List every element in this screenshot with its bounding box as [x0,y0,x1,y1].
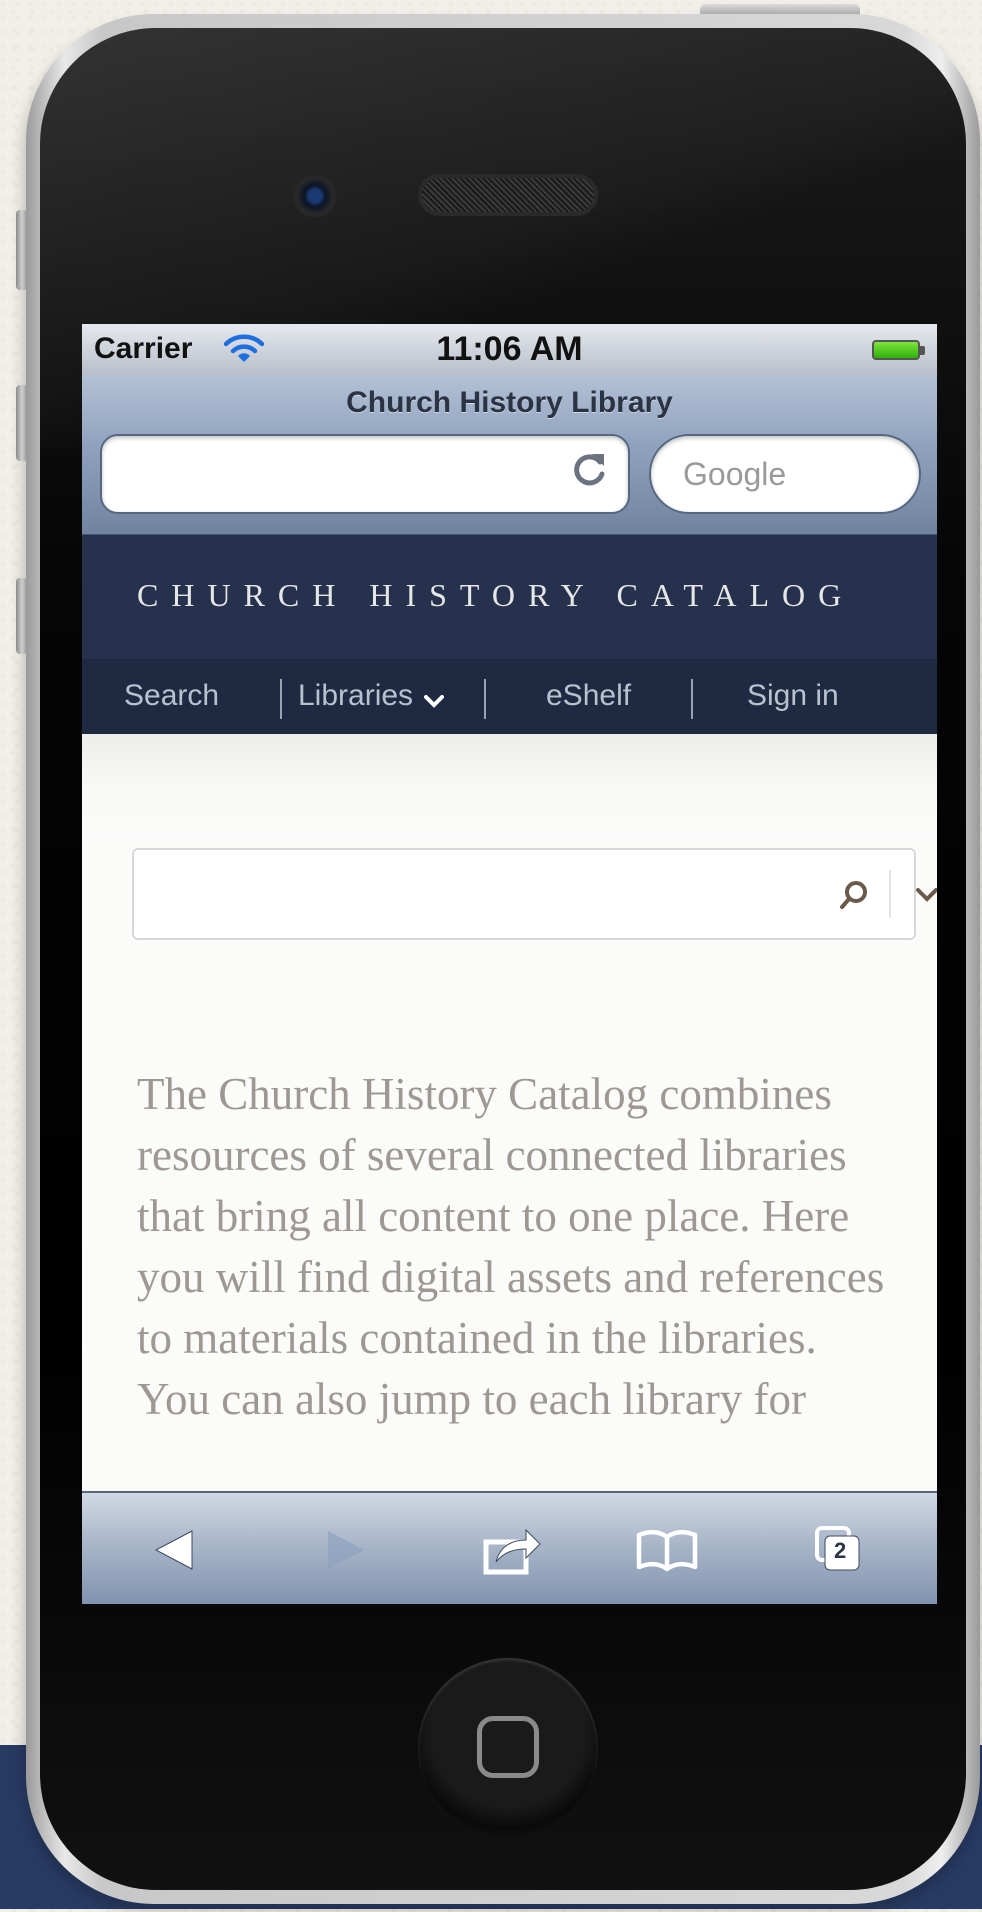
catalog-search-box [132,848,937,940]
battery-tip [920,346,925,355]
share-icon [483,1528,541,1575]
forward-button[interactable] [310,1515,380,1585]
site-header: CHURCH HISTORY CATALOG [82,535,937,659]
nav-divider [691,679,693,719]
status-bar: Carrier 11:06 AM [82,324,937,377]
camera-icon [293,174,337,218]
status-time: 11:06 AM [436,330,583,368]
back-button[interactable] [140,1515,210,1585]
nav-libraries-label: Libraries [298,679,414,712]
intro-text: The Church History Catalog combines reso… [137,1069,885,1424]
site-title[interactable]: CHURCH HISTORY CATALOG [137,577,854,614]
bookmarks-icon [636,1530,698,1572]
battery-icon [872,340,920,360]
reload-icon[interactable] [566,448,612,494]
search-divider [889,870,891,918]
nav-libraries[interactable]: Libraries [298,679,444,713]
browser-page-title: Church History Library [346,386,673,419]
url-field[interactable] [100,434,630,514]
browser-bar: Church History Library Google [82,376,937,535]
back-arrow-icon [154,1530,193,1570]
home-square-icon [477,1716,539,1778]
bookmarks-button[interactable] [632,1515,702,1585]
nav-divider [484,679,486,719]
chevron-down-icon[interactable] [912,880,937,910]
forward-arrow-icon [328,1531,364,1569]
phone-screen: Carrier 11:06 AM Church History Library … [82,324,937,1604]
main-content: The Church History Catalog combines reso… [82,734,937,1494]
magnifier-icon[interactable] [834,875,874,915]
tabs-count: 2 [834,1538,847,1563]
browser-toolbar: 2 [82,1491,937,1604]
share-button[interactable] [477,1515,547,1585]
earpiece-speaker [418,174,598,216]
browser-search-field[interactable]: Google [649,434,921,514]
site-nav: Search Libraries eShelf Sign in [82,659,937,734]
nav-sign-in[interactable]: Sign in [747,679,839,713]
chevron-down-icon [423,694,444,708]
nav-divider [280,679,282,719]
nav-search[interactable]: Search [124,679,219,713]
catalog-search-input[interactable] [154,870,758,920]
nav-eshelf[interactable]: eShelf [546,679,631,713]
tabs-button[interactable]: 2 [804,1515,874,1585]
